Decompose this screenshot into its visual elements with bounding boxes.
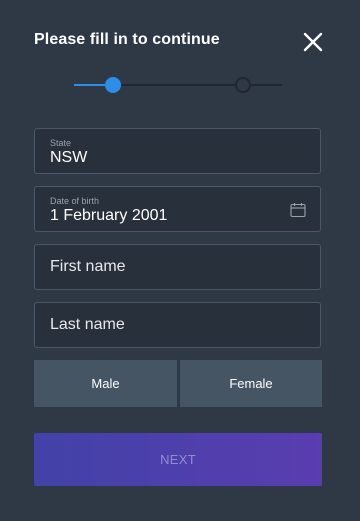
date-of-birth-label: Date of birth <box>50 196 100 206</box>
state-field[interactable]: State NSW <box>34 128 321 174</box>
date-of-birth-field[interactable]: Date of birth 1 February 2001 <box>34 186 321 232</box>
close-button[interactable] <box>300 29 326 55</box>
progress-stepper <box>74 74 282 96</box>
close-icon <box>303 32 323 52</box>
first-name-field[interactable] <box>34 244 321 290</box>
next-button-label: NEXT <box>160 452 196 467</box>
page-title: Please fill in to continue <box>34 31 220 48</box>
next-button[interactable]: NEXT <box>34 433 322 486</box>
gender-male-label: Male <box>91 376 120 391</box>
last-name-field[interactable] <box>34 302 321 348</box>
calendar-icon[interactable] <box>290 202 306 218</box>
first-name-input[interactable] <box>35 245 320 289</box>
gender-female-label: Female <box>229 376 273 391</box>
state-field-value: NSW <box>50 149 88 166</box>
step-2-indicator <box>235 77 251 93</box>
last-name-input[interactable] <box>35 303 320 347</box>
gender-male-button[interactable]: Male <box>34 360 177 407</box>
gender-female-button[interactable]: Female <box>180 360 322 407</box>
state-field-label: State <box>50 138 72 148</box>
date-of-birth-value: 1 February 2001 <box>50 207 168 224</box>
step-1-indicator <box>105 77 121 93</box>
